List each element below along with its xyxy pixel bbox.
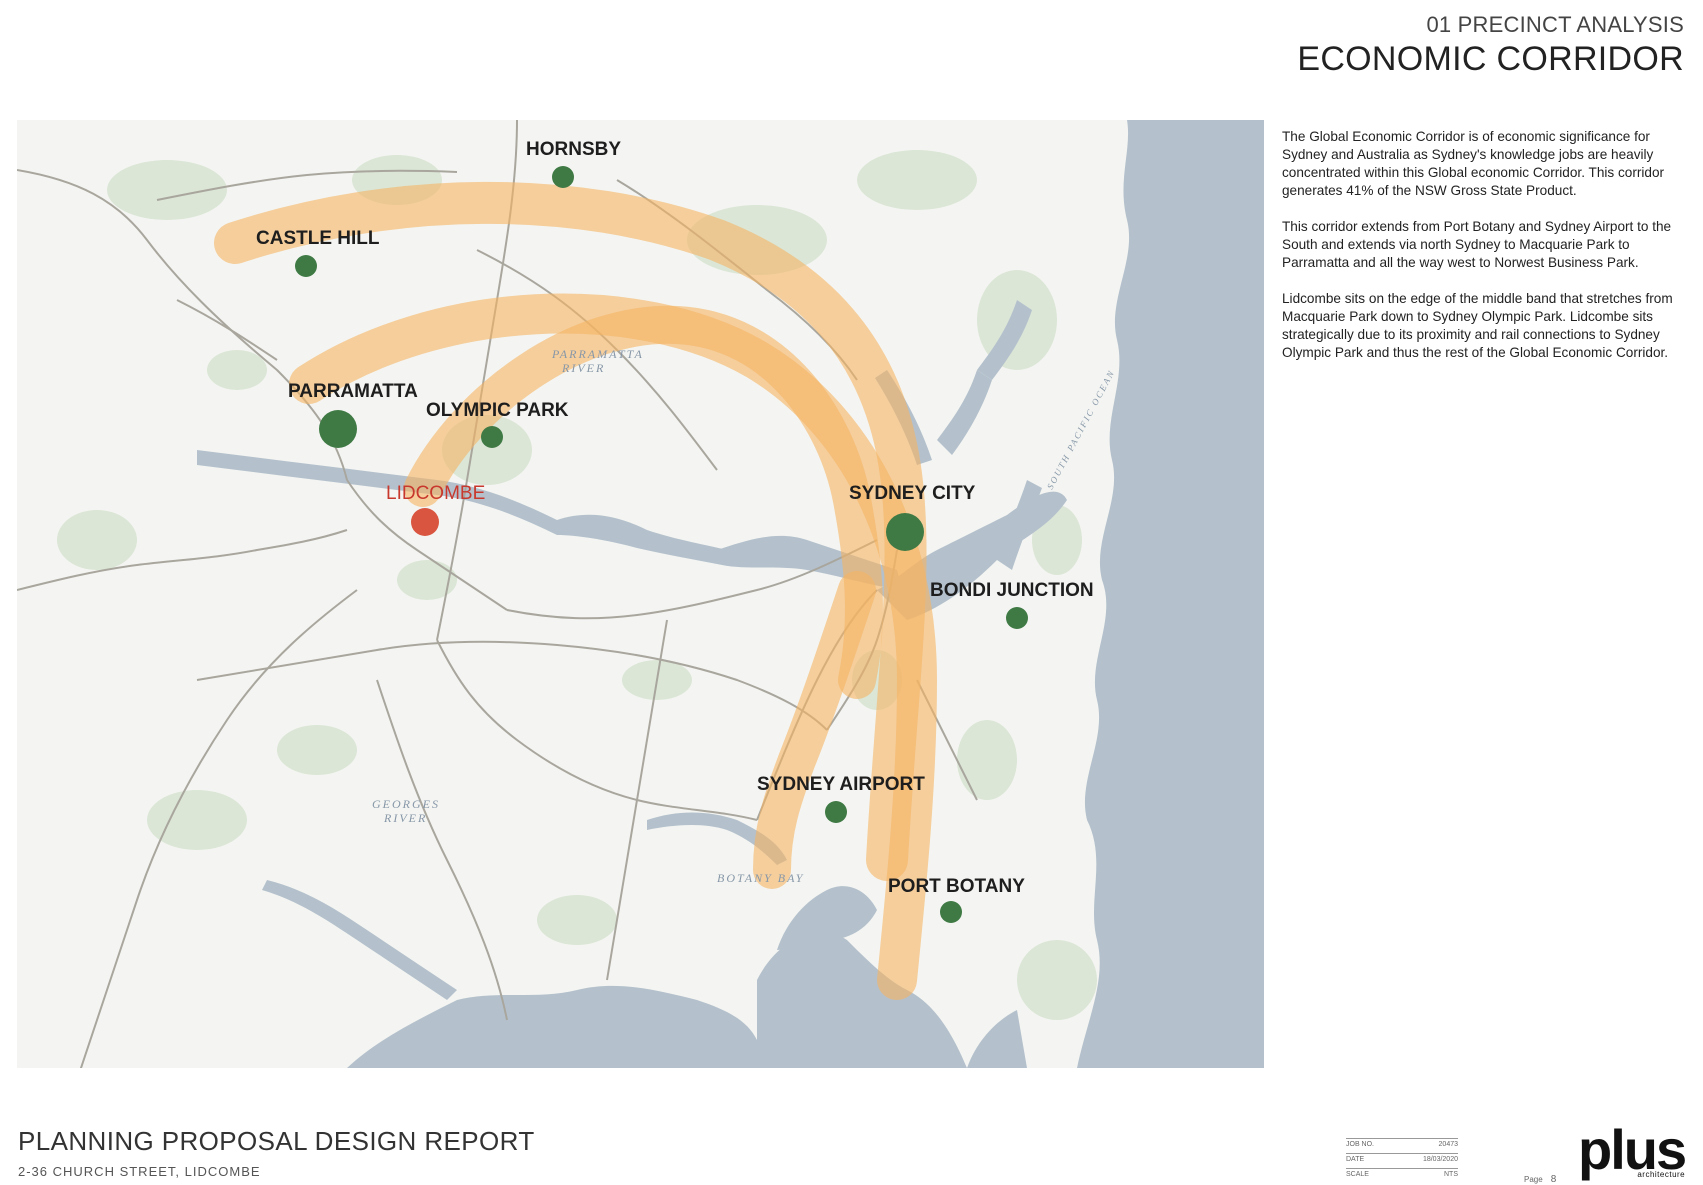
label-port-botany: PORT BOTANY bbox=[888, 876, 1025, 897]
water-label-georges: GEORGES bbox=[372, 797, 440, 811]
page-label: Page bbox=[1524, 1175, 1543, 1184]
meta-value: NTS bbox=[1444, 1171, 1458, 1178]
node-hornsby[interactable] bbox=[552, 166, 574, 188]
water-label-parramatta-river: RIVER bbox=[561, 361, 605, 375]
meta-row: DATE 18/03/2020 bbox=[1346, 1153, 1458, 1168]
meta-label: SCALE bbox=[1346, 1171, 1369, 1178]
label-hornsby: HORNSBY bbox=[526, 139, 621, 160]
page-title: ECONOMIC CORRIDOR bbox=[1297, 40, 1684, 78]
node-port-botany[interactable] bbox=[940, 901, 962, 923]
label-lidcombe: LIDCOMBE bbox=[386, 483, 485, 504]
water-label-parramatta: PARRAMATTA bbox=[551, 347, 644, 361]
node-lidcombe[interactable] bbox=[411, 508, 439, 536]
report-address: 2-36 CHURCH STREET, LIDCOMBE bbox=[18, 1164, 261, 1179]
node-bondi-junction[interactable] bbox=[1006, 607, 1028, 629]
corridor-map: BOTANY BAY GEORGES RIVER PARRAMATTA RIVE… bbox=[17, 120, 1264, 1068]
description-panel: The Global Economic Corridor is of econo… bbox=[1282, 128, 1687, 380]
description-paragraph: This corridor extends from Port Botany a… bbox=[1282, 219, 1672, 270]
report-title: PLANNING PROPOSAL DESIGN REPORT bbox=[18, 1126, 535, 1156]
description-paragraph: The Global Economic Corridor is of econo… bbox=[1282, 129, 1665, 198]
meta-row: JOB NO. 20473 bbox=[1346, 1138, 1458, 1153]
meta-row: SCALE NTS bbox=[1346, 1168, 1458, 1183]
meta-label: JOB NO. bbox=[1346, 1141, 1375, 1148]
page-number: Page 8 bbox=[1524, 1174, 1556, 1185]
node-parramatta[interactable] bbox=[319, 410, 357, 448]
node-sydney-city[interactable] bbox=[886, 513, 924, 551]
label-olympic-park: OLYMPIC PARK bbox=[426, 400, 569, 421]
job-meta-table: JOB NO. 20473 DATE 18/03/2020 SCALE NTS bbox=[1346, 1138, 1458, 1183]
node-olympic-park[interactable] bbox=[481, 426, 503, 448]
section-label: 01 PRECINCT ANALYSIS bbox=[1426, 12, 1684, 37]
meta-value: 18/03/2020 bbox=[1422, 1156, 1458, 1163]
water-label-botany-bay: BOTANY BAY bbox=[717, 871, 804, 885]
water-label-river: RIVER bbox=[383, 811, 427, 825]
label-parramatta: PARRAMATTA bbox=[288, 381, 418, 402]
meta-label: DATE bbox=[1346, 1156, 1365, 1163]
label-sydney-city: SYDNEY CITY bbox=[849, 483, 976, 504]
description-paragraph: Lidcombe sits on the edge of the middle … bbox=[1282, 291, 1673, 360]
label-sydney-airport: SYDNEY AIRPORT bbox=[757, 774, 925, 795]
label-castle-hill: CASTLE HILL bbox=[256, 228, 380, 249]
page-header: 01 PRECINCT ANALYSIS ECONOMIC CORRIDOR bbox=[1297, 12, 1684, 79]
map-canvas: BOTANY BAY GEORGES RIVER PARRAMATTA RIVE… bbox=[17, 120, 1264, 1068]
node-castle-hill[interactable] bbox=[295, 255, 317, 277]
label-bondi-junction: BONDI JUNCTION bbox=[930, 580, 1094, 601]
logo-word: plus bbox=[1578, 1118, 1687, 1181]
page-number-value: 8 bbox=[1550, 1174, 1557, 1185]
node-sydney-airport[interactable] bbox=[825, 801, 847, 823]
meta-value: 20473 bbox=[1438, 1141, 1458, 1148]
plus-architecture-logo: plus architecture bbox=[1578, 1118, 1687, 1181]
